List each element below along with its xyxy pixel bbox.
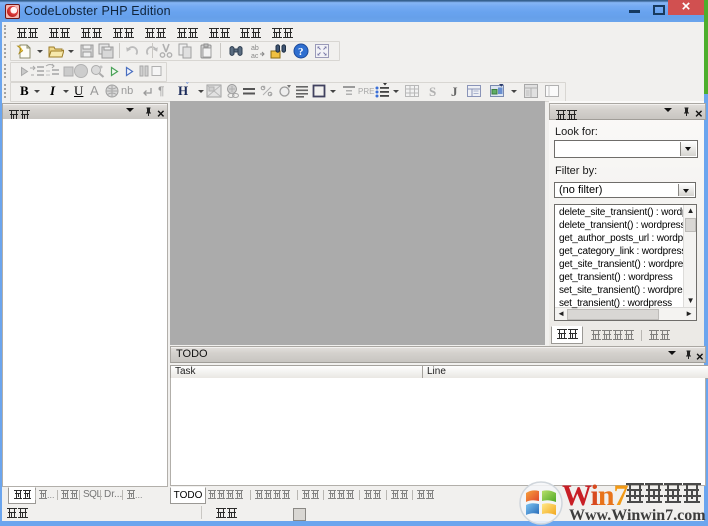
svg-text:S: S — [429, 84, 436, 99]
svg-text:ac: ac — [251, 53, 259, 59]
svg-text:?: ? — [298, 46, 304, 58]
svg-text:ab: ab — [251, 45, 259, 52]
svg-text:J: J — [451, 84, 458, 99]
